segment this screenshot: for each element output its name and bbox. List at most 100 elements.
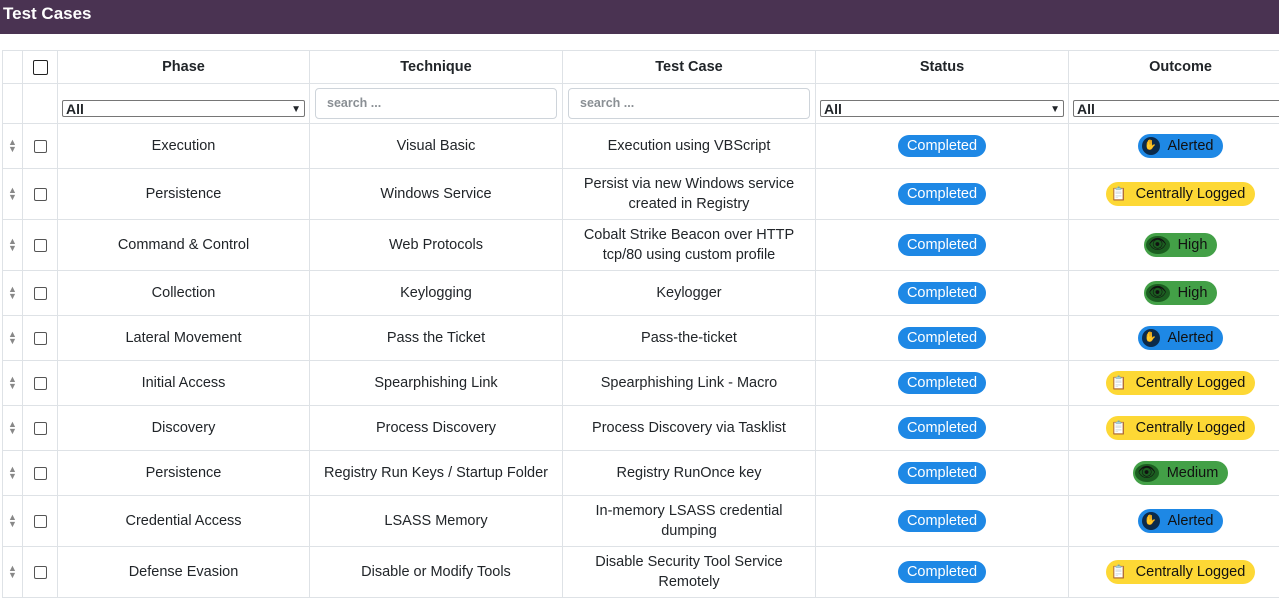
- table-row[interactable]: ▲ ▼ Discovery Process Discovery Process Disc…: [2, 405, 1279, 451]
- outcome-filter-value: All: [1077, 101, 1095, 117]
- outcome-cell: ✋ Alerted: [1068, 315, 1279, 361]
- table-row[interactable]: ▲ ▼ Persistence Registry Run Keys / Startup…: [2, 450, 1279, 496]
- phase-cell: Collection: [57, 270, 310, 316]
- test-case-search-input[interactable]: search ...: [568, 88, 810, 119]
- outcome-label: High: [1177, 237, 1208, 253]
- outcome-cell: ✋ Alerted: [1068, 495, 1279, 547]
- drag-handle-cell: ▲ ▼: [2, 546, 23, 598]
- technique-search-input[interactable]: search ...: [315, 88, 557, 119]
- outcome-label: Alerted: [1167, 513, 1214, 529]
- drag-handle-icon[interactable]: ▲ ▼: [8, 285, 17, 301]
- drag-handle-icon[interactable]: ▲ ▼: [8, 186, 17, 202]
- row-checkbox[interactable]: [33, 376, 47, 390]
- test-case-cell: Pass-the-ticket: [562, 315, 816, 361]
- phase-filter-value: All: [66, 101, 84, 117]
- select-all-checkbox[interactable]: [32, 59, 48, 75]
- drag-handle-icon[interactable]: ▲ ▼: [8, 237, 17, 253]
- drag-handle-cell: ▲ ▼: [2, 168, 23, 220]
- column-header-outcome[interactable]: Outcome: [1068, 50, 1279, 84]
- table-row[interactable]: ▲ ▼ Credential Access LSASS Memory In-memory…: [2, 495, 1279, 547]
- status-badge: Completed: [897, 183, 987, 205]
- status-cell: Completed: [815, 450, 1069, 496]
- drag-handle-icon[interactable]: ▲ ▼: [8, 138, 17, 154]
- column-header-technique[interactable]: Technique: [309, 50, 563, 84]
- row-checkbox[interactable]: [33, 139, 47, 153]
- table-row[interactable]: ▲ ▼ Initial Access Spearphishing Link Spearp…: [2, 360, 1279, 406]
- row-checkbox[interactable]: [33, 238, 47, 252]
- row-checkbox[interactable]: [33, 466, 47, 480]
- drag-handle-cell: ▲ ▼: [2, 219, 23, 271]
- status-badge: Completed: [897, 561, 987, 583]
- outcome-label: Centrally Logged: [1135, 564, 1246, 580]
- column-header-test-case[interactable]: Test Case: [562, 50, 816, 84]
- row-checkbox[interactable]: [33, 514, 47, 528]
- drag-handle-icon[interactable]: ▲ ▼: [8, 513, 17, 529]
- table-row[interactable]: ▲ ▼ Command & Control Web Protocols Cobalt S…: [2, 219, 1279, 271]
- outcome-badge: ✋ Alerted: [1137, 326, 1224, 350]
- row-select-cell: [22, 495, 58, 547]
- technique-cell: Web Protocols: [309, 219, 563, 271]
- outcome-filter-select[interactable]: All: [1073, 100, 1279, 117]
- column-header-phase[interactable]: Phase: [57, 50, 310, 84]
- row-checkbox[interactable]: [33, 565, 47, 579]
- drag-handle-icon[interactable]: ▲ ▼: [8, 465, 17, 481]
- table-row[interactable]: ▲ ▼ Collection Keylogging Keylogger Completed…: [2, 270, 1279, 316]
- phase-cell: Command & Control: [57, 219, 310, 271]
- status-badge: Completed: [897, 135, 987, 157]
- phase-filter-select[interactable]: All ▼: [62, 100, 305, 117]
- test-case-text: Spearphishing Link - Macro: [600, 375, 778, 391]
- drag-handle-icon[interactable]: ▲ ▼: [8, 375, 17, 391]
- status-filter-select[interactable]: All ▼: [820, 100, 1064, 117]
- outcome-cell: ✋ Alerted: [1068, 123, 1279, 169]
- test-case-text: Persist via new Windows service created …: [583, 176, 795, 212]
- table-body: ▲ ▼ Execution Visual Basic Execution using V…: [2, 123, 1279, 598]
- outcome-cell: 📋 Centrally Logged: [1068, 405, 1279, 451]
- chevron-down-icon: ▼: [1050, 104, 1060, 115]
- row-checkbox[interactable]: [33, 187, 47, 201]
- technique-cell: Registry Run Keys / Startup Folder: [309, 450, 563, 496]
- status-cell: Completed: [815, 405, 1069, 451]
- table-row[interactable]: ▲ ▼ Lateral Movement Pass the Ticket Pass-th…: [2, 315, 1279, 361]
- column-header-status[interactable]: Status: [815, 50, 1069, 84]
- outcome-badge: 📋 Centrally Logged: [1105, 182, 1256, 206]
- row-checkbox[interactable]: [33, 421, 47, 435]
- outcome-badge: 📋 Centrally Logged: [1105, 416, 1256, 440]
- outcome-label: Alerted: [1167, 330, 1214, 346]
- row-select-cell: [22, 270, 58, 316]
- technique-cell: Visual Basic: [309, 123, 563, 169]
- drag-handle-icon[interactable]: ▲ ▼: [8, 420, 17, 436]
- test-case-text: Disable Security Tool Service Remotely: [595, 554, 783, 590]
- test-case-text: Cobalt Strike Beacon over HTTP tcp/80 us…: [583, 227, 795, 263]
- table-row[interactable]: ▲ ▼ Defense Evasion Disable or Modify Tools…: [2, 546, 1279, 598]
- status-badge: Completed: [897, 327, 987, 349]
- row-checkbox[interactable]: [33, 331, 47, 345]
- table-row[interactable]: ▲ ▼ Persistence Windows Service Persist via …: [2, 168, 1279, 220]
- select-all-cell: [22, 50, 58, 84]
- test-case-text: In-memory LSASS credential dumping: [595, 503, 783, 539]
- status-cell: Completed: [815, 270, 1069, 316]
- row-select-cell: [22, 219, 58, 271]
- outcome-badge: 👁 High: [1143, 281, 1218, 305]
- outcome-badge: 👁 High: [1143, 233, 1218, 257]
- page-title: Test Cases: [3, 4, 92, 23]
- outcome-cell: 📋 Centrally Logged: [1068, 360, 1279, 406]
- outcome-badge: ✋ Alerted: [1137, 509, 1224, 533]
- table-row[interactable]: ▲ ▼ Execution Visual Basic Execution using V…: [2, 123, 1279, 169]
- test-case-cell: Process Discovery via Tasklist: [562, 405, 816, 451]
- drag-handle-icon[interactable]: ▲ ▼: [8, 330, 17, 346]
- technique-cell: Windows Service: [309, 168, 563, 220]
- status-cell: Completed: [815, 315, 1069, 361]
- test-case-cell: Registry RunOnce key: [562, 450, 816, 496]
- technique-cell: Pass the Ticket: [309, 315, 563, 361]
- eye-icon: 👁: [1145, 284, 1170, 302]
- outcome-badge: ✋ Alerted: [1137, 134, 1224, 158]
- status-cell: Completed: [815, 168, 1069, 220]
- hand-icon: ✋: [1141, 512, 1160, 530]
- row-checkbox[interactable]: [33, 286, 47, 300]
- technique-cell: Process Discovery: [309, 405, 563, 451]
- phase-cell: Lateral Movement: [57, 315, 310, 361]
- drag-handle-icon[interactable]: ▲ ▼: [8, 564, 17, 580]
- clipboard-icon: 📋: [1110, 420, 1127, 435]
- status-cell: Completed: [815, 495, 1069, 547]
- test-case-cell: Persist via new Windows service created …: [562, 168, 816, 220]
